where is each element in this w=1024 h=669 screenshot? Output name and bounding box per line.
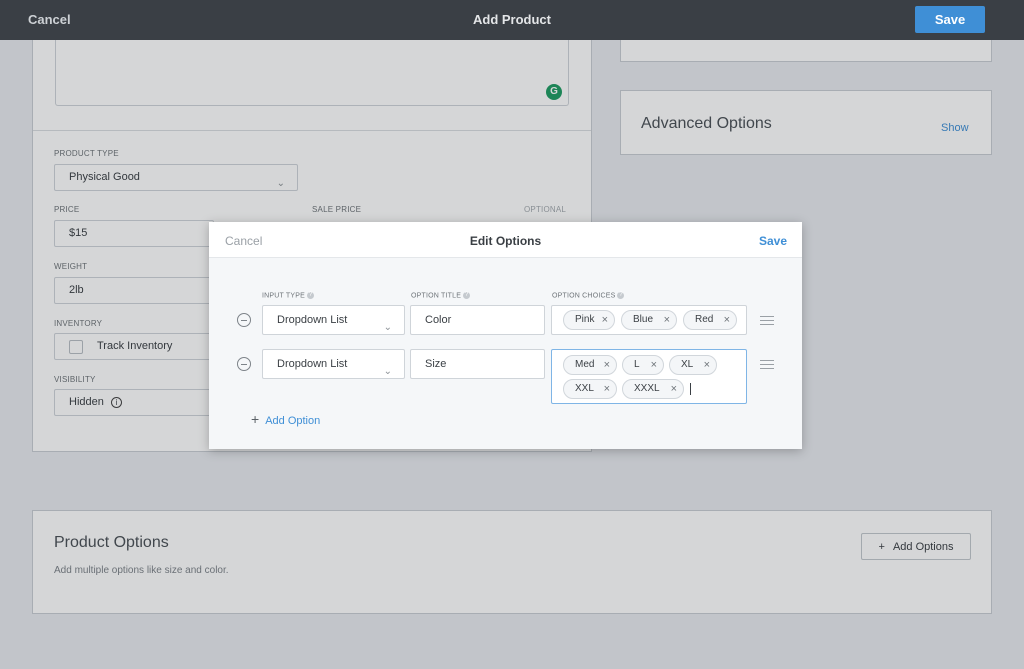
choice-chip: L × (622, 355, 664, 375)
option-choices-header: OPTION CHOICES? (552, 292, 625, 300)
choice-chip: XXL × (563, 379, 617, 399)
close-icon[interactable]: × (651, 356, 657, 374)
choice-chip: Red × (683, 310, 737, 330)
close-icon[interactable]: × (724, 311, 730, 329)
remove-option-icon[interactable] (237, 313, 251, 327)
close-icon[interactable]: × (602, 311, 608, 329)
input-type-select[interactable]: Dropdown List ⌄ (262, 349, 405, 379)
add-option-label: Add Option (265, 415, 321, 427)
text-cursor (690, 383, 691, 395)
top-bar: Cancel Add Product Save (0, 0, 1024, 40)
help-icon[interactable]: ? (463, 292, 471, 299)
save-button[interactable]: Save (915, 6, 985, 33)
help-icon[interactable]: ? (306, 292, 314, 299)
plus-icon: + (251, 411, 260, 427)
remove-option-icon[interactable] (237, 357, 251, 371)
choice-chip: Blue × (621, 310, 677, 330)
page-title: Add Product (473, 12, 551, 27)
drag-handle-icon[interactable] (760, 316, 774, 328)
add-option-link[interactable]: + Add Option (251, 411, 320, 427)
option-title-input[interactable]: Color (410, 305, 545, 335)
option-title-input[interactable]: Size (410, 349, 545, 379)
close-icon[interactable]: × (604, 380, 610, 398)
input-type-header: INPUT TYPE? (262, 292, 314, 300)
input-type-select[interactable]: Dropdown List ⌄ (262, 305, 405, 335)
chevron-down-icon: ⌄ (383, 366, 392, 377)
option-title-header: OPTION TITLE? (411, 292, 471, 300)
option-choices-input[interactable]: Pink × Blue × Red × (551, 305, 747, 335)
option-title-value: Color (425, 314, 452, 326)
drag-handle-icon[interactable] (760, 360, 774, 372)
choice-chip: Pink × (563, 310, 615, 330)
choice-chip: XL × (669, 355, 717, 375)
chevron-down-icon: ⌄ (383, 322, 392, 333)
option-choices-input[interactable]: Med × L × XL × XXL × XXXL × (551, 349, 747, 404)
modal-body: INPUT TYPE? OPTION TITLE? OPTION CHOICES… (209, 258, 802, 449)
close-icon[interactable]: × (704, 356, 710, 374)
help-icon[interactable]: ? (617, 292, 625, 299)
choice-chip: XXXL × (622, 379, 684, 399)
modal-header: Cancel Edit Options Save (209, 222, 802, 258)
close-icon[interactable]: × (604, 356, 610, 374)
modal-save-button[interactable]: Save (759, 234, 787, 248)
option-title-value: Size (425, 358, 447, 370)
input-type-value: Dropdown List (277, 358, 348, 370)
edit-options-modal: Cancel Edit Options Save INPUT TYPE? OPT… (209, 222, 802, 449)
close-icon[interactable]: × (664, 311, 670, 329)
close-icon[interactable]: × (671, 380, 677, 398)
input-type-value: Dropdown List (277, 314, 348, 326)
modal-title: Edit Options (469, 234, 542, 248)
choice-chip: Med × (563, 355, 617, 375)
